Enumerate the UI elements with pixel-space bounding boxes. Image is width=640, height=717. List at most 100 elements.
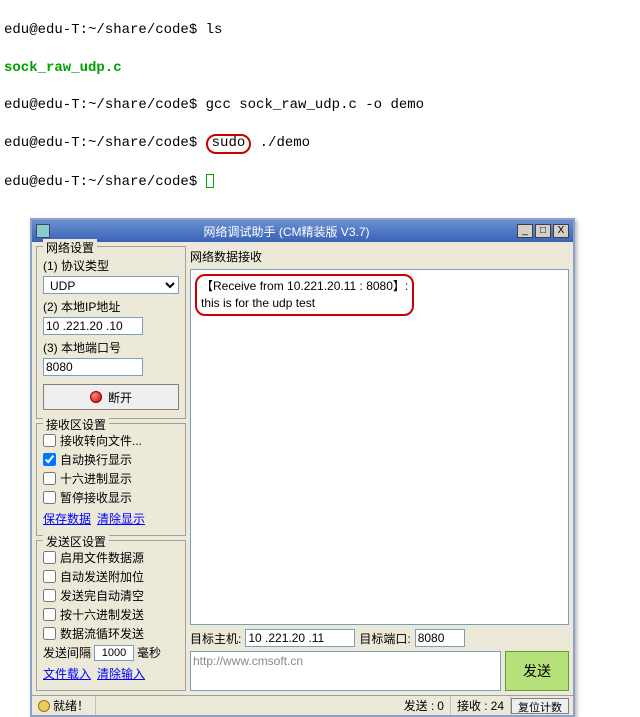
recv-count-label: 接收 : [457,697,488,714]
interval-label-post: 毫秒 [137,644,161,661]
send-interval: 发送间隔 毫秒 [43,644,179,661]
app-window: 网络调试助手 (CM精装版 V3.7) _ □ X 网络设置 (1) 协议类型 … [30,218,575,717]
network-settings-group: 网络设置 (1) 协议类型 UDP (2) 本地IP地址 (3) 本地端口号 断… [36,246,186,419]
status-recv: 接收 : 24 [451,696,511,715]
cmd: gcc sock_raw_udp.c -o demo [206,97,424,113]
local-port-label: (3) 本地端口号 [43,339,179,356]
recv-textarea[interactable]: 【Receive from 10.221.20.11 : 8080】: this… [190,269,569,625]
window-buttons: _ □ X [517,224,569,238]
send-input[interactable]: http://www.cmsoft.cn [190,651,501,691]
interval-input[interactable] [94,645,134,661]
group-legend: 网络设置 [43,239,97,256]
main-area: 网络数据接收 【Receive from 10.221.20.11 : 8080… [190,246,569,691]
checkbox[interactable] [43,608,56,621]
checkbox-label: 自动发送附加位 [60,568,144,585]
interval-label-pre: 发送间隔 [43,644,91,661]
recv-line-2: this is for the udp test [201,296,315,310]
recv-line-1: 【Receive from 10.221.20.11 : 8080】: [201,279,408,293]
clear-input-link[interactable]: 清除输入 [97,665,145,682]
status-send: 发送 : 0 [398,696,451,715]
minimize-button[interactable]: _ [517,224,533,238]
send-opt-3[interactable]: 按十六进制发送 [43,606,179,623]
group-legend: 发送区设置 [43,533,109,550]
checkbox-label: 启用文件数据源 [60,549,144,566]
ready-label: 就绪！ [53,697,89,714]
clear-display-link[interactable]: 清除显示 [97,510,145,527]
file-listing: sock_raw_udp.c [4,60,122,76]
app-body: 网络设置 (1) 协议类型 UDP (2) 本地IP地址 (3) 本地端口号 断… [32,242,573,695]
recv-highlight: 【Receive from 10.221.20.11 : 8080】: this… [195,274,414,316]
local-ip-input[interactable] [43,317,143,335]
protocol-select[interactable]: UDP [43,276,179,294]
term-line-5: edu@edu-T:~/share/code$ [4,173,636,192]
prompt: edu@edu-T:~/share/code$ [4,174,206,190]
prompt: edu@edu-T:~/share/code$ [4,135,206,151]
term-line-1: edu@edu-T:~/share/code$ ls [4,21,636,40]
send-opt-1[interactable]: 自动发送附加位 [43,568,179,585]
send-button[interactable]: 发送 [505,651,569,691]
checkbox-label: 接收转向文件... [60,432,142,449]
send-settings-group: 发送区设置 启用文件数据源 自动发送附加位 发送完自动清空 按十六进制发送 数据… [36,540,186,691]
prompt: edu@edu-T:~/share/code$ [4,22,206,38]
reset-count-button[interactable]: 复位计数 [511,698,569,714]
close-button[interactable]: X [553,224,569,238]
target-port-label: 目标端口: [359,630,410,647]
checkbox-label: 按十六进制发送 [60,606,144,623]
local-port-input[interactable] [43,358,143,376]
local-ip-label: (2) 本地IP地址 [43,298,179,315]
terminal: edu@edu-T:~/share/code$ ls sock_raw_udp.… [0,0,640,212]
checkbox-label: 发送完自动清空 [60,587,144,604]
group-legend: 接收区设置 [43,416,109,433]
app-icon [36,224,50,238]
checkbox[interactable] [43,472,56,485]
disconnect-label: 断开 [108,389,132,406]
ready-icon [38,700,50,712]
maximize-button[interactable]: □ [535,224,551,238]
recv-area-label: 网络数据接收 [190,246,569,267]
checkbox[interactable] [43,491,56,504]
cursor-icon [206,174,214,188]
recv-settings-group: 接收区设置 接收转向文件... 自动换行显示 十六进制显示 暂停接收显示 保存数… [36,423,186,536]
target-port-input[interactable] [415,629,465,647]
send-count-label: 发送 : [404,697,435,714]
statusbar: 就绪！ 发送 : 0 接收 : 24 复位计数 [32,695,573,715]
save-data-link[interactable]: 保存数据 [43,510,91,527]
term-line-4: edu@edu-T:~/share/code$ sudo ./demo [4,134,636,153]
send-opt-4[interactable]: 数据流循环发送 [43,625,179,642]
cmd-rest: ./demo [251,135,310,151]
target-host-input[interactable] [245,629,355,647]
checkbox-label: 数据流循环发送 [60,625,144,642]
window-title: 网络调试助手 (CM精装版 V3.7) [56,223,517,240]
send-links: 文件载入 清除输入 [43,665,179,682]
checkbox[interactable] [43,627,56,640]
status-ready: 就绪！ [32,696,96,715]
file-load-link[interactable]: 文件载入 [43,665,91,682]
checkbox-label: 十六进制显示 [60,470,132,487]
target-host-label: 目标主机: [190,630,241,647]
prompt: edu@edu-T:~/share/code$ [4,97,206,113]
send-opt-0[interactable]: 启用文件数据源 [43,549,179,566]
recv-count-value: 24 [491,699,504,713]
send-count-value: 0 [437,699,444,713]
cmd: ls [206,22,223,38]
send-opt-2[interactable]: 发送完自动清空 [43,587,179,604]
sudo-highlight: sudo [206,134,252,153]
recv-opt-3[interactable]: 暂停接收显示 [43,489,179,506]
checkbox-label: 暂停接收显示 [60,489,132,506]
recv-opt-2[interactable]: 十六进制显示 [43,470,179,487]
recv-opt-0[interactable]: 接收转向文件... [43,432,179,449]
record-icon [90,391,102,403]
titlebar[interactable]: 网络调试助手 (CM精装版 V3.7) _ □ X [32,220,573,242]
checkbox[interactable] [43,551,56,564]
checkbox-label: 自动换行显示 [60,451,132,468]
sidebar: 网络设置 (1) 协议类型 UDP (2) 本地IP地址 (3) 本地端口号 断… [36,246,186,691]
protocol-label: (1) 协议类型 [43,257,179,274]
send-row: http://www.cmsoft.cn 发送 [190,651,569,691]
checkbox[interactable] [43,453,56,466]
checkbox[interactable] [43,570,56,583]
disconnect-button[interactable]: 断开 [43,384,179,410]
checkbox[interactable] [43,434,56,447]
recv-opt-1[interactable]: 自动换行显示 [43,451,179,468]
checkbox[interactable] [43,589,56,602]
term-line-3: edu@edu-T:~/share/code$ gcc sock_raw_udp… [4,96,636,115]
